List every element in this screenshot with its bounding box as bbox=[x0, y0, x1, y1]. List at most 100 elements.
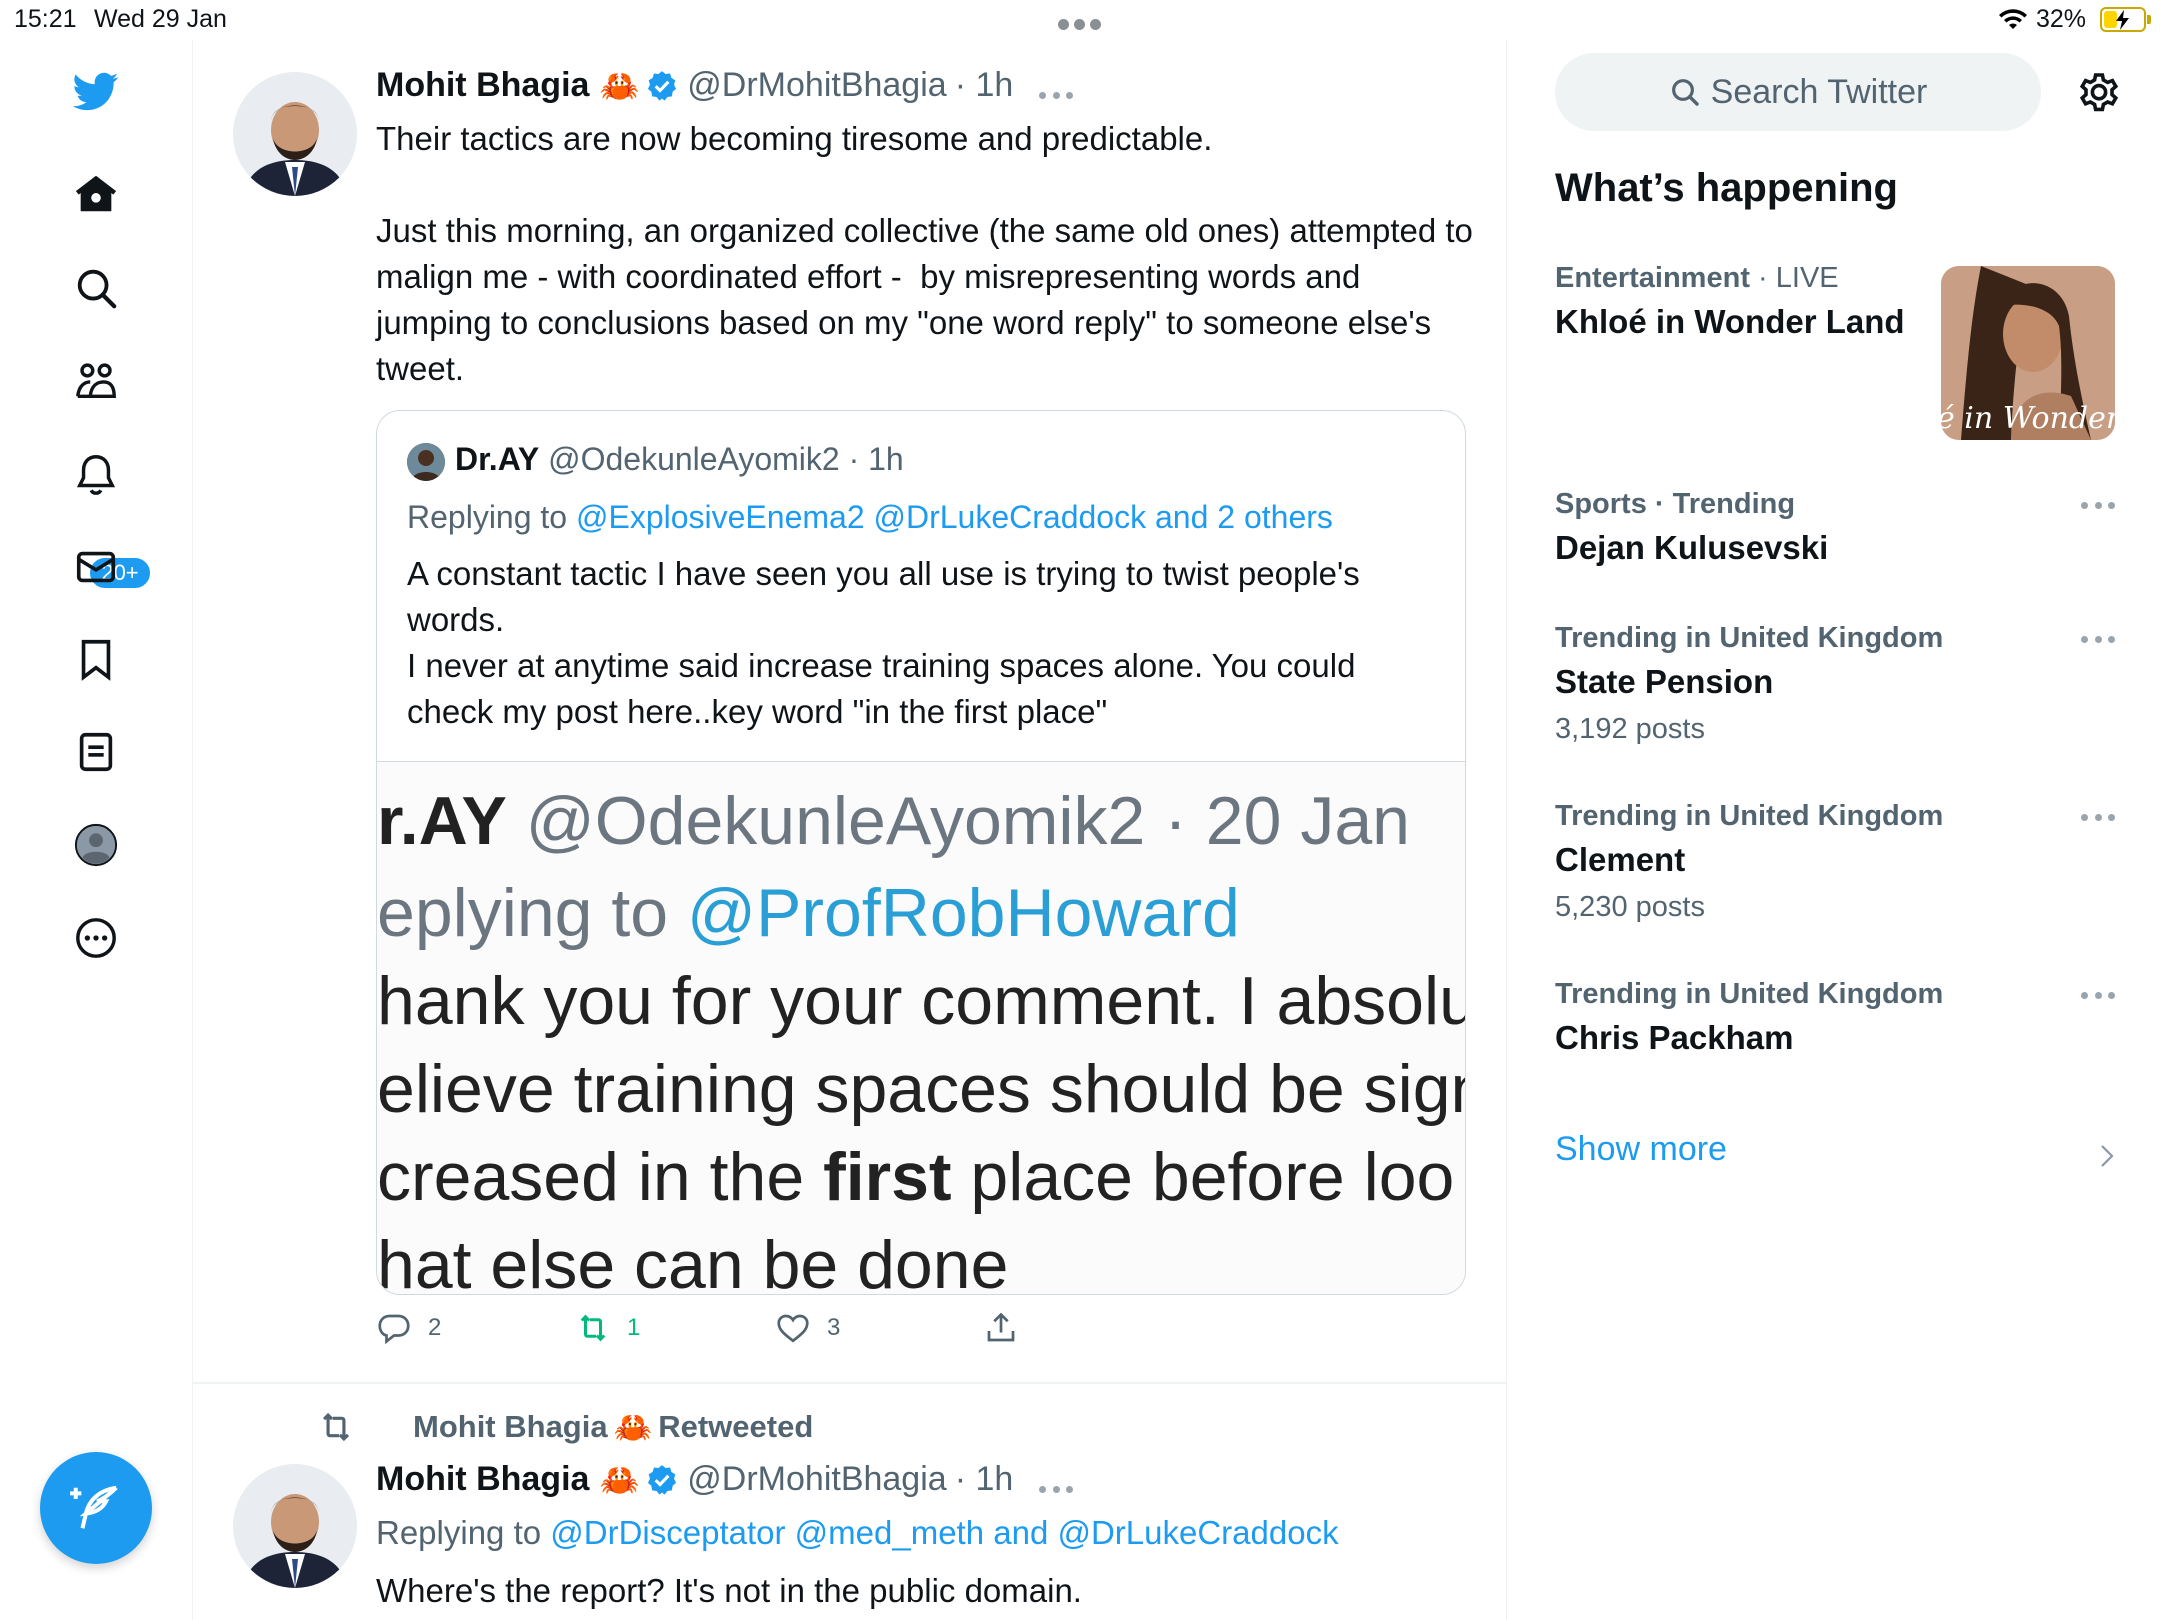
trend-category: Trending in United Kingdom bbox=[1555, 800, 1944, 832]
tweet-header: Mohit Bhagia 🦀 @DrMohitBhagia · 1h bbox=[376, 1460, 1013, 1499]
image-text: place before loo bbox=[951, 1139, 1455, 1215]
replying-mentions[interactable]: @DrDisceptator @med_meth and @DrLukeCrad… bbox=[550, 1514, 1338, 1551]
image-line: hank you for your comment. I absolu bbox=[377, 963, 1466, 1039]
trend-category: Entertainment bbox=[1555, 262, 1750, 294]
quoted-avatar bbox=[407, 443, 445, 481]
retweet-icon bbox=[323, 1412, 349, 1442]
trend-image-text: é in Wonder L bbox=[1941, 401, 2115, 436]
image-line: creased in the first place before loo bbox=[377, 1138, 1454, 1216]
retweet-count: 1 bbox=[627, 1314, 641, 1341]
multitasking-dots-icon[interactable] bbox=[1058, 8, 1108, 32]
trend-more-icon[interactable] bbox=[2081, 500, 2115, 510]
tweet-more-icon[interactable] bbox=[1039, 1484, 1073, 1494]
image-text: @ProfRobHoward bbox=[686, 875, 1240, 951]
quoted-text: A constant tactic I have seen you all us… bbox=[407, 555, 1360, 730]
image-line: eplying to @ProfRobHoward bbox=[377, 874, 1240, 952]
notifications-icon[interactable] bbox=[70, 448, 122, 500]
communities-icon[interactable] bbox=[70, 355, 122, 407]
trend-title: State Pension bbox=[1555, 663, 1774, 700]
trend-more-icon[interactable] bbox=[2081, 990, 2115, 1000]
quoted-time: · 1h bbox=[848, 441, 904, 477]
retweeted-by-name[interactable]: Mohit Bhagia bbox=[413, 1409, 608, 1445]
share-icon bbox=[987, 1312, 1015, 1342]
show-more-link[interactable]: Show more bbox=[1555, 1130, 1727, 1169]
trend-item[interactable]: Sports · Trending Dejan Kulusevski bbox=[1555, 488, 2115, 567]
quoted-image[interactable]: r.AY @OdekunleAyomik2 · 20 Jan eplying t… bbox=[377, 761, 1466, 1295]
messages-icon[interactable] bbox=[70, 541, 122, 593]
trend-count: 3,192 posts bbox=[1555, 713, 1705, 745]
home-icon[interactable] bbox=[70, 168, 122, 220]
crab-emoji: 🦀 bbox=[599, 1461, 640, 1498]
image-text: r.AY bbox=[377, 783, 507, 859]
status-bar: 15:21 Wed 29 Jan 32% bbox=[0, 0, 2160, 40]
search-placeholder: Search Twitter bbox=[1710, 72, 1928, 111]
quoted-tweet[interactable]: Dr.AY @OdekunleAyomik2 · 1h Replying to … bbox=[376, 410, 1466, 1295]
more-icon[interactable] bbox=[70, 912, 122, 964]
trend-title: Clement bbox=[1555, 841, 1686, 878]
tweet-time[interactable]: · 1h bbox=[955, 66, 1014, 105]
trend-more-icon[interactable] bbox=[2081, 812, 2115, 822]
quoted-replying-to: Replying to @ExplosiveEnema2 @DrLukeCrad… bbox=[407, 499, 1333, 536]
replying-to: Replying to @DrDisceptator @med_meth and… bbox=[376, 1510, 1339, 1556]
author-name[interactable]: Mohit Bhagia bbox=[376, 66, 589, 105]
trend-item[interactable]: Trending in United Kingdom State Pension… bbox=[1555, 622, 2115, 746]
status-time: 15:21 bbox=[14, 5, 77, 33]
trend-title: Chris Packham bbox=[1555, 1019, 1794, 1056]
trend-category: Trending in United Kingdom bbox=[1555, 622, 1944, 654]
verified-badge-icon bbox=[648, 70, 677, 101]
twitter-logo-icon[interactable] bbox=[70, 65, 122, 117]
profile-icon[interactable] bbox=[70, 819, 122, 871]
heart-icon bbox=[777, 1314, 809, 1343]
reply-count: 2 bbox=[428, 1314, 442, 1341]
battery-icon bbox=[2100, 7, 2151, 32]
tweet-text: Their tactics are now becoming tiresome … bbox=[376, 120, 1473, 387]
image-text: first bbox=[823, 1139, 952, 1215]
trend-category: Trending in United Kingdom bbox=[1555, 978, 1944, 1010]
whats-happening-heading: What’s happening bbox=[1555, 166, 1898, 210]
search-input[interactable]: Search Twitter bbox=[1555, 53, 2041, 131]
image-line: hat else can be done bbox=[377, 1227, 1009, 1295]
verified-badge-icon bbox=[648, 1464, 677, 1495]
quoted-author-handle: @OdekunleAyomik2 bbox=[548, 441, 840, 477]
author-handle[interactable]: @DrMohitBhagia bbox=[687, 1460, 946, 1499]
avatar[interactable] bbox=[233, 72, 357, 196]
replying-prefix: Replying to bbox=[376, 1514, 551, 1551]
image-text: eplying to bbox=[377, 875, 687, 951]
trend-more-icon[interactable] bbox=[2081, 634, 2115, 644]
like-count: 3 bbox=[827, 1314, 841, 1341]
image-text: creased in the bbox=[377, 1139, 824, 1215]
lists-icon[interactable] bbox=[70, 726, 122, 778]
trend-image[interactable]: é in Wonder L bbox=[1941, 266, 2115, 440]
trend-title: Dejan Kulusevski bbox=[1555, 529, 1829, 566]
tweet-divider bbox=[193, 1382, 1506, 1384]
trend-item[interactable]: Trending in United Kingdom Clement 5,230… bbox=[1555, 800, 2115, 924]
tweet-header: Mohit Bhagia 🦀 @DrMohitBhagia · 1h bbox=[376, 66, 1013, 105]
author-handle[interactable]: @DrMohitBhagia bbox=[687, 66, 946, 105]
trend-item[interactable]: Trending in United Kingdom Chris Packham bbox=[1555, 978, 2115, 1057]
retweet-button[interactable]: 1 bbox=[575, 1310, 640, 1346]
author-name[interactable]: Mohit Bhagia bbox=[376, 1460, 589, 1499]
status-date: Wed 29 Jan bbox=[94, 5, 227, 33]
retweeted-text: Retweeted bbox=[658, 1409, 814, 1444]
image-line: r.AY @OdekunleAyomik2 · 20 Jan bbox=[377, 782, 1410, 860]
trend-count: 5,230 posts bbox=[1555, 891, 1705, 923]
tweet-more-icon[interactable] bbox=[1039, 90, 1073, 100]
image-line: elieve training spaces should be sign bbox=[377, 1051, 1466, 1127]
share-button[interactable] bbox=[983, 1310, 1019, 1346]
avatar[interactable] bbox=[233, 1464, 357, 1588]
bookmarks-icon[interactable] bbox=[70, 633, 122, 685]
reply-button[interactable]: 2 bbox=[376, 1310, 441, 1346]
compose-icon[interactable] bbox=[40, 1452, 152, 1564]
tweet-time[interactable]: · 1h bbox=[955, 1460, 1014, 1499]
retweeted-label: Mohit Bhagia 🦀 Retweeted bbox=[317, 1408, 813, 1446]
like-button[interactable]: 3 bbox=[775, 1310, 840, 1346]
chevron-right-icon bbox=[2101, 1145, 2114, 1167]
gear-icon[interactable] bbox=[2075, 68, 2123, 116]
search-icon[interactable] bbox=[70, 262, 122, 314]
left-nav: 20+ bbox=[0, 40, 193, 1620]
search-icon bbox=[1671, 79, 1699, 106]
battery-percent: 32% bbox=[2036, 5, 2087, 33]
crab-emoji: 🦀 bbox=[613, 1409, 653, 1445]
tweet-text: Where's the report? It's not in the publ… bbox=[376, 1572, 1082, 1609]
replying-mentions[interactable]: @ExplosiveEnema2 @DrLukeCraddock and 2 o… bbox=[576, 499, 1333, 535]
